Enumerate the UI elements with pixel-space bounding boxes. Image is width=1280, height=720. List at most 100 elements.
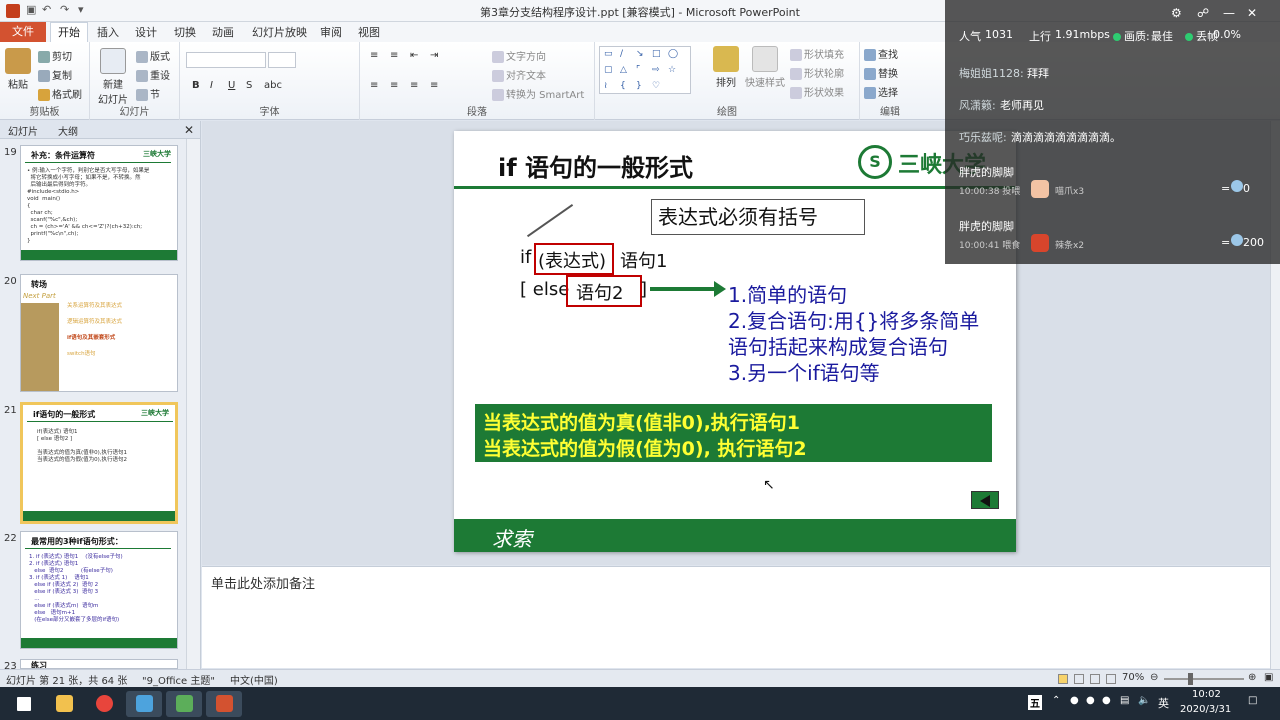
shape-fill-button[interactable]: 形状填充 (790, 46, 844, 61)
tab-insert[interactable]: 插入 (97, 24, 119, 40)
curve-shape-icon[interactable]: ≀ (604, 81, 607, 91)
slideshow-view-icon[interactable] (1106, 674, 1116, 684)
cut-button[interactable]: 剪切 (38, 48, 72, 63)
slide-thumbnail-22[interactable]: 最常用的3种if语句形式： 1. if (表达式) 语句1 (没有else子句)… (20, 531, 178, 649)
zoom-level[interactable]: 70% (1122, 672, 1144, 683)
pin-icon[interactable]: ☍ (1197, 6, 1209, 20)
tray-app-icon[interactable]: ● (1102, 695, 1111, 706)
ime-mode[interactable]: 五 (1028, 695, 1042, 710)
reset-button[interactable]: 重设 (136, 67, 170, 82)
current-slide[interactable]: if 语句的一般形式 S 三峡大学 表达式必须有括号 if (表达式) 语句1 … (454, 131, 1016, 552)
rounded-rect-shape-icon[interactable]: ▢ (604, 65, 613, 75)
select-button[interactable]: 选择 (864, 84, 898, 99)
panel-scrollbar[interactable] (186, 139, 200, 669)
smartart-button[interactable]: 转换为 SmartArt (492, 86, 584, 101)
code-else[interactable]: [ else (520, 279, 569, 300)
triangle-shape-icon[interactable]: △ (620, 65, 627, 75)
clock-time[interactable]: 10:02 (1192, 689, 1221, 700)
taskbar-chrome[interactable] (86, 691, 122, 717)
tab-file[interactable]: 文件 (0, 22, 46, 42)
paste-button[interactable]: 粘贴 (4, 48, 32, 91)
replace-button[interactable]: 替换 (864, 65, 898, 80)
close-panel-icon[interactable]: ✕ (184, 123, 194, 137)
tab-home[interactable]: 开始 (50, 22, 88, 43)
decrease-indent-icon[interactable]: ⇤ (410, 50, 418, 61)
bold-icon[interactable]: B (192, 80, 200, 91)
slide-thumbnail-20[interactable]: 转场 Next Part 关系运算符及其表达式 逻辑运算符及其表达式 if语句及… (20, 274, 178, 392)
back-nav-button[interactable] (971, 491, 999, 509)
tab-animations[interactable]: 动画 (212, 24, 234, 40)
notes-placeholder[interactable]: 单击此处添加备注 (211, 573, 315, 592)
underline-icon[interactable]: U (228, 80, 235, 91)
taskbar-powerpoint[interactable] (206, 691, 242, 717)
slide-thumbnail-21[interactable]: if语句的一般形式 三峡大学 if(表达式) 语句1 [ else 语句2 ] … (20, 402, 178, 524)
zoom-out-icon[interactable]: ⊖ (1150, 672, 1158, 683)
layout-button[interactable]: 版式 (136, 48, 170, 63)
format-painter-button[interactable]: 格式刷 (38, 86, 82, 101)
slide-title[interactable]: if 语句的一般形式 (498, 148, 693, 183)
arrow-shape-icon[interactable]: ↘ (636, 49, 644, 59)
zoom-slider-thumb[interactable] (1188, 673, 1193, 685)
oval-shape-icon[interactable]: ◯ (668, 49, 678, 59)
list-item-1[interactable]: 1.简单的语句 (728, 279, 847, 308)
tray-app-icon[interactable]: ● (1086, 695, 1095, 706)
tab-design[interactable]: 设计 (135, 24, 157, 40)
callout-box[interactable]: 表达式必须有括号 (651, 199, 865, 235)
zoom-in-icon[interactable]: ⊕ (1248, 672, 1256, 683)
volume-icon[interactable]: 🔈 (1138, 695, 1150, 706)
section-button[interactable]: 节 (136, 86, 160, 101)
increase-indent-icon[interactable]: ⇥ (430, 50, 438, 61)
bullets-icon[interactable]: ≡ (370, 50, 378, 61)
strikethrough-icon[interactable]: S (246, 80, 252, 91)
copy-button[interactable]: 复制 (38, 67, 72, 82)
settings-icon[interactable]: ⚙ (1171, 6, 1182, 20)
block-arrow-shape-icon[interactable]: ⇨ (652, 65, 660, 75)
italic-icon[interactable]: I (210, 80, 213, 91)
tab-slides-panel[interactable]: 幻灯片 (8, 123, 38, 138)
tray-app-icon[interactable]: ● (1070, 695, 1079, 706)
live-stream-overlay[interactable]: ⚙ ☍ — ✕ 人气 1031 上行 1.91mbps 画质: 最佳 丢帧 0.… (945, 0, 1280, 264)
summary-box[interactable]: 当表达式的值为真(值非0),执行语句1 当表达式的值为假(值为0), 执行语句2 (475, 404, 992, 462)
code-if[interactable]: if (520, 247, 531, 268)
fit-window-icon[interactable]: ▣ (1264, 672, 1273, 683)
code-bracket-close[interactable]: ] (640, 279, 647, 300)
brace-right-shape-icon[interactable]: } (636, 81, 642, 91)
find-button[interactable]: 查找 (864, 46, 898, 61)
notification-icon[interactable]: □ (1248, 695, 1257, 706)
taskbar-app-3[interactable] (126, 691, 162, 717)
heart-shape-icon[interactable]: ♡ (652, 81, 660, 91)
code-statement-1[interactable]: 语句1 (620, 247, 667, 273)
normal-view-icon[interactable] (1058, 674, 1068, 684)
close-icon[interactable]: ✕ (1247, 6, 1257, 20)
tab-transitions[interactable]: 切换 (174, 24, 196, 40)
list-item-3[interactable]: 语句括起来构成复合语句 (728, 331, 948, 360)
brace-shape-icon[interactable]: { (620, 81, 626, 91)
connector-shape-icon[interactable]: ⌜ (636, 65, 640, 75)
text-shadow-icon[interactable]: abc (264, 80, 282, 91)
slide-thumbnail-19[interactable]: 补充：条件运算符 三峡大学 • 例:输入一个字符，判别它是否大写字母，如果是 将… (20, 145, 178, 261)
taskbar-app-4[interactable] (166, 691, 202, 717)
tab-outline-panel[interactable]: 大纲 (58, 123, 78, 138)
sorter-view-icon[interactable] (1074, 674, 1084, 684)
notes-pane[interactable]: 单击此处添加备注 (202, 566, 1270, 668)
shape-effects-button[interactable]: 形状效果 (790, 84, 844, 99)
network-icon[interactable]: ▤ (1120, 695, 1129, 706)
arrange-button[interactable]: 排列 (709, 46, 743, 89)
slide-thumbnail-23[interactable]: 练习 (20, 659, 178, 669)
list-item-2[interactable]: 2.复合语句:用{}将多条简单 (728, 305, 979, 334)
tab-slideshow[interactable]: 幻灯片放映 (252, 24, 307, 40)
numbering-icon[interactable]: ≡ (390, 50, 398, 61)
minimize-icon[interactable]: — (1223, 6, 1235, 20)
shapes-gallery[interactable]: ▭ ∕ ↘ □ ◯ ▢ △ ⌜ ⇨ ☆ ≀ { } ♡ (599, 46, 691, 94)
tray-expand-icon[interactable]: ⌃ (1052, 695, 1060, 706)
line-shape-icon[interactable]: ∕ (620, 49, 623, 59)
font-size-combo[interactable] (268, 52, 296, 68)
shape-outline-button[interactable]: 形状轮廓 (790, 65, 844, 80)
text-direction-button[interactable]: 文字方向 (492, 48, 546, 63)
align-center-icon[interactable]: ≡ (390, 80, 398, 91)
reading-view-icon[interactable] (1090, 674, 1100, 684)
rectangle-shape-icon[interactable]: ▭ (604, 49, 613, 59)
zoom-slider[interactable] (1164, 678, 1244, 680)
new-slide-button[interactable]: 新建 幻灯片 (96, 48, 130, 106)
language-indicator[interactable]: 中文(中国) (230, 672, 278, 687)
